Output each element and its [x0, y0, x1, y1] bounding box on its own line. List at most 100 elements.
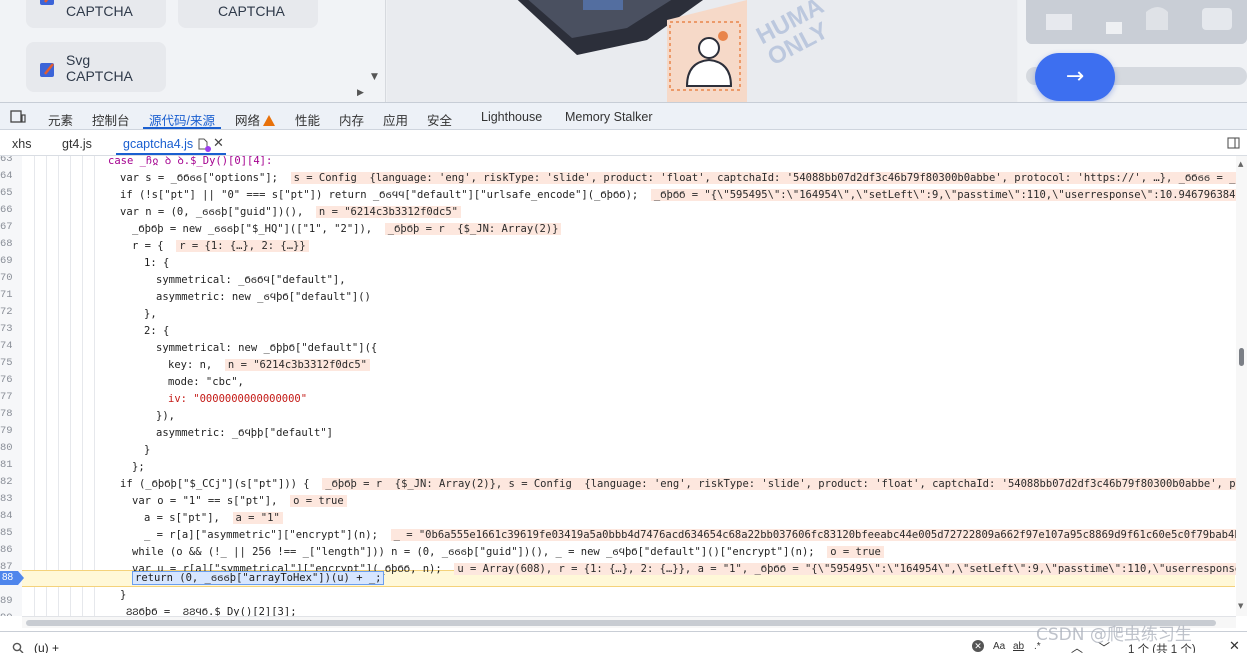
vertical-scroll-thumb[interactable] — [1239, 348, 1244, 366]
tab-console[interactable]: 控制台 — [92, 110, 130, 129]
svg-captcha-card[interactable]: Svg CAPTCHA — [26, 42, 166, 92]
line-number[interactable]: 75 — [0, 357, 13, 369]
indent-guide — [46, 156, 47, 616]
code-line[interactable]: key: n, n = "6214c3b3312f0dc5" — [168, 357, 370, 374]
breakpoint-marker[interactable]: 88 — [0, 571, 24, 585]
code-line[interactable]: while (o && (!_ || 256 !== _["length"]))… — [132, 544, 884, 561]
devtools-tab-bar: 元素 控制台 源代码/来源 网络 性能 内存 应用 安全 Lighthouse … — [0, 102, 1247, 130]
scroll-down-icon[interactable]: ▼ — [371, 72, 378, 82]
code-line[interactable]: a = s["pt"], a = "1" — [144, 510, 283, 527]
whole-word-button[interactable]: ab — [1013, 641, 1024, 652]
tab-security[interactable]: 安全 — [427, 110, 452, 129]
line-number[interactable]: 79 — [0, 425, 13, 437]
current-execution-line[interactable]: return (0, _ϭϭϭϸ["arrayToHex"])(u) + _; — [132, 570, 385, 587]
code-line[interactable]: if (!s["pt"] || "0" === s["pt"]) return … — [120, 187, 1247, 204]
file-tab-xhs[interactable]: xhs — [12, 137, 31, 151]
tab-memory[interactable]: 内存 — [339, 110, 364, 129]
tab-lighthouse[interactable]: Lighthouse — [481, 110, 542, 124]
code-text: key: n, — [168, 359, 213, 371]
code-line[interactable]: _ = r[a]["asymmetric"]["encrypt"](n); _ … — [144, 527, 1247, 544]
line-number[interactable]: 82 — [0, 476, 13, 488]
line-number[interactable]: 69 — [0, 255, 13, 267]
scroll-up-icon[interactable]: ▲ — [1238, 160, 1243, 168]
match-case-button[interactable]: Aa — [993, 641, 1005, 652]
line-number[interactable]: 76 — [0, 374, 13, 386]
code-line[interactable]: r = { r = {1: {…}, 2: {…}} — [132, 238, 309, 255]
line-number[interactable]: 65 — [0, 187, 13, 199]
line-number[interactable]: 67 — [0, 221, 13, 233]
scroll-right-icon[interactable]: ▶ — [357, 88, 364, 98]
code-text: asymmetric: _ϬϤϸϸ["default"] — [156, 427, 333, 439]
code-line[interactable]: }), — [156, 408, 175, 425]
line-number[interactable]: 89 — [0, 595, 13, 607]
indent-guide — [94, 156, 95, 616]
file-tab-gt4[interactable]: gt4.js — [62, 137, 92, 151]
line-number[interactable]: 83 — [0, 493, 13, 505]
code-line[interactable]: var n = (0, _ϭϭϭϸ["guid"])(), n = "6214c… — [120, 204, 461, 221]
line-number[interactable]: 71 — [0, 289, 13, 301]
code-line[interactable]: asymmetric: new _ϭϤϸϬ["default"]() — [156, 289, 371, 306]
code-line[interactable]: _ϬϸϬϸ = new _ϭϭϭϸ["$_HQ"](["1", "2"]), _… — [132, 221, 562, 238]
line-number[interactable]: 80 — [0, 442, 13, 454]
code-text: if (_ϬϸϬϸ["$_CCj"](s["pt"])) { — [120, 478, 310, 490]
close-find-icon[interactable]: ✕ — [1229, 638, 1240, 653]
code-line[interactable]: symmetrical: _ϬϭϬϤ["default"], — [156, 272, 346, 289]
code-line[interactable]: var s = _ϬϬϭϭ["options"]; s = Config {la… — [120, 170, 1247, 187]
vertical-scrollbar[interactable]: ▲ ▼ — [1236, 156, 1247, 616]
code-line[interactable]: ϨϨϬϸϬ = ϨϨϤϬ.$_Dy()[2][3]; — [126, 604, 297, 616]
line-number[interactable]: 77 — [0, 391, 13, 403]
line-number[interactable]: 70 — [0, 272, 13, 284]
code-line[interactable]: case _ჩჲ ꝺ ꝺ.$_Dy()[0][4]: — [108, 156, 272, 170]
line-number[interactable]: 78 — [0, 408, 13, 420]
captcha-puzzle-image — [1026, 0, 1247, 44]
line-number[interactable]: 72 — [0, 306, 13, 318]
close-tab-icon[interactable]: ✕ — [213, 135, 224, 151]
code-line[interactable]: var o = "1" == s["pt"], o = true — [132, 493, 347, 510]
code-line[interactable]: } — [120, 587, 126, 604]
code-line[interactable]: 2: { — [144, 323, 169, 340]
code-line[interactable]: }, — [144, 306, 157, 323]
code-editor[interactable]: 63 64 65 66 67 68 69 70 71 72 73 74 75 7… — [0, 156, 1247, 616]
tab-memory-stalker[interactable]: Memory Stalker — [565, 110, 653, 124]
code-line[interactable]: mode: "cbc", — [168, 374, 244, 391]
line-number[interactable]: 68 — [0, 238, 13, 250]
line-number[interactable]: 63 — [0, 156, 13, 165]
line-number[interactable]: 90 — [0, 612, 13, 616]
active-tab-indicator — [143, 127, 221, 129]
device-toolbar-icon[interactable] — [10, 110, 26, 124]
inline-value: o = true — [827, 546, 884, 558]
tab-application[interactable]: 应用 — [383, 110, 408, 129]
svg-captcha-icon — [40, 63, 54, 77]
code-line[interactable]: asymmetric: _ϬϤϸϸ["default"] — [156, 425, 333, 442]
line-number[interactable]: 86 — [0, 544, 13, 556]
search-input[interactable]: (u) + — [34, 641, 59, 653]
line-number[interactable]: 81 — [0, 459, 13, 471]
toggle-sidebar-icon[interactable] — [1227, 137, 1240, 149]
code-line[interactable]: symmetrical: new _ϬϸϸϬ["default"]({ — [156, 340, 377, 357]
line-number[interactable]: 66 — [0, 204, 13, 216]
line-number[interactable]: 84 — [0, 510, 13, 522]
active-file-indicator — [116, 153, 226, 155]
tab-performance[interactable]: 性能 — [295, 110, 320, 129]
line-number[interactable]: 85 — [0, 527, 13, 539]
code-line[interactable]: iv: "0000000000000000" — [168, 391, 307, 408]
code-line[interactable]: }; — [132, 459, 145, 476]
file-tab-gcaptcha4[interactable]: gcaptcha4.js — [123, 137, 193, 151]
code-text: var o = "1" == s["pt"], — [132, 495, 278, 507]
scroll-down-icon[interactable]: ▼ — [1238, 602, 1243, 610]
code-line[interactable]: 1: { — [144, 255, 169, 272]
clear-search-icon[interactable]: ✕ — [972, 640, 984, 652]
slider-handle-button[interactable]: → — [1035, 53, 1115, 101]
tab-elements[interactable]: 元素 — [48, 110, 73, 129]
watermark: CSDN @爬虫练习生 — [1036, 625, 1192, 645]
line-number[interactable]: 64 — [0, 170, 13, 182]
captcha-card[interactable]: CAPTCHA — [26, 0, 166, 28]
captcha-card[interactable]: CAPTCHA — [178, 0, 318, 28]
code-text: a = s["pt"], — [144, 512, 220, 524]
line-number[interactable]: 74 — [0, 340, 13, 352]
line-number[interactable]: 73 — [0, 323, 13, 335]
code-line[interactable]: } — [144, 442, 150, 459]
tab-network[interactable]: 网络 — [235, 110, 276, 129]
code-line[interactable]: if (_ϬϸϬϸ["$_CCj"](s["pt"])) { _ϬϸϬϸ = r… — [120, 476, 1247, 493]
inline-value: a = "1" — [232, 512, 283, 524]
